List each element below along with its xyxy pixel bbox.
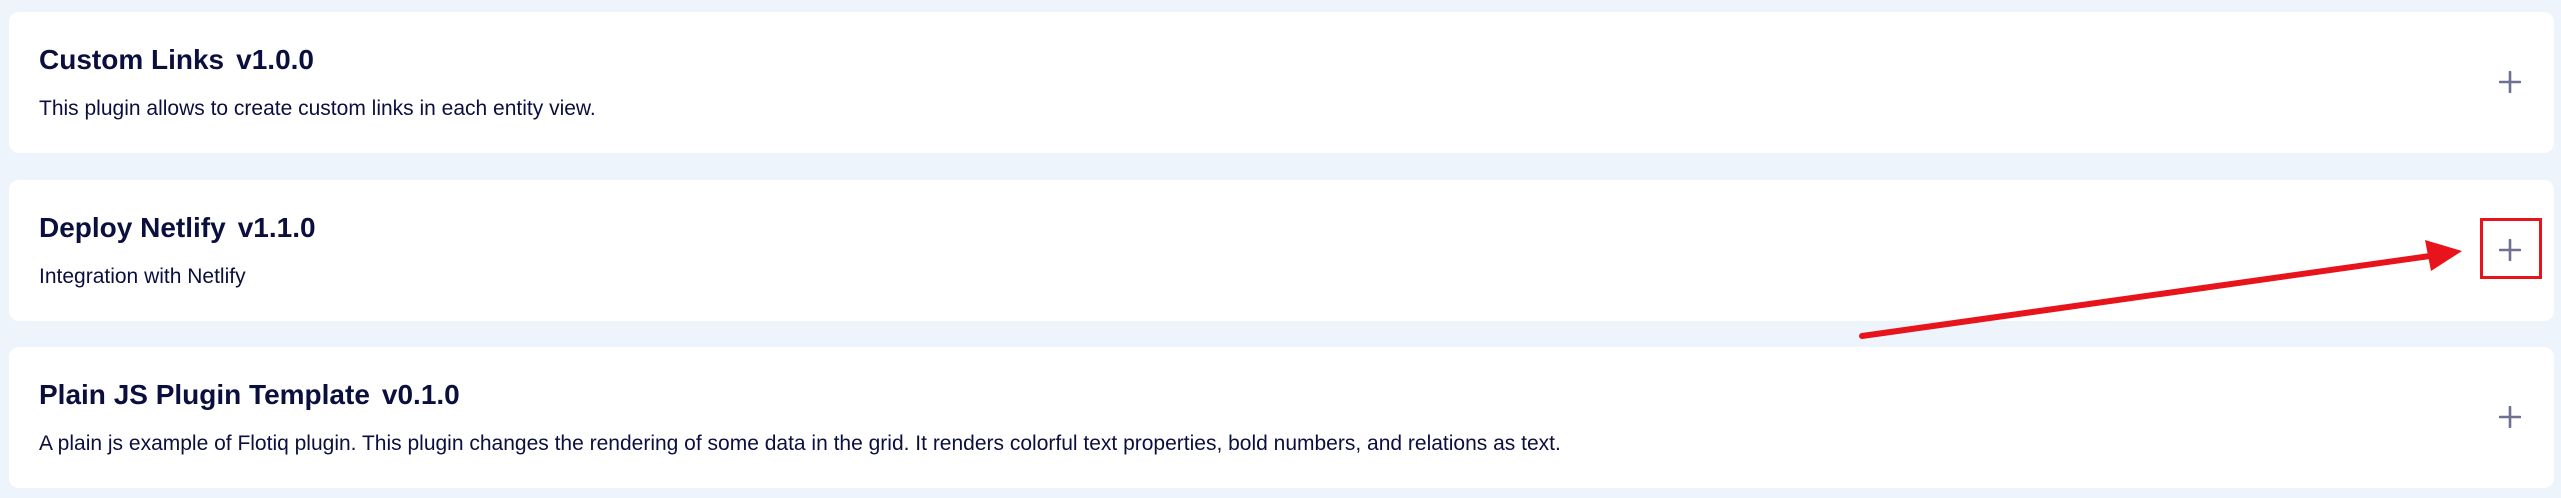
plugin-description: This plugin allows to create custom link…	[39, 97, 596, 120]
plugin-version: v1.1.0	[237, 212, 316, 243]
plus-icon	[2499, 71, 2521, 93]
plus-icon	[2499, 239, 2521, 261]
plugin-title: Deploy Netlify v1.1.0	[39, 211, 316, 245]
plugin-name: Custom Links	[39, 44, 225, 75]
plugin-description: Integration with Netlify	[39, 265, 246, 288]
plugin-name: Plain JS Plugin Template	[39, 379, 370, 410]
plugin-version: v0.1.0	[381, 379, 460, 410]
expand-plugin-button[interactable]	[2480, 52, 2540, 112]
plugin-title: Custom Links v1.0.0	[39, 43, 314, 77]
plugin-title: Plain JS Plugin Template v0.1.0	[39, 378, 460, 412]
plugin-card-custom-links: Custom Links v1.0.0 This plugin allows to…	[9, 12, 2554, 153]
plugin-name: Deploy Netlify	[39, 212, 226, 243]
plugin-card-plain-js-template: Plain JS Plugin Template v0.1.0 A plain j…	[9, 347, 2554, 488]
plugin-version: v1.0.0	[236, 44, 314, 75]
plus-icon	[2499, 406, 2521, 428]
expand-plugin-button[interactable]	[2480, 220, 2540, 280]
plugin-card-deploy-netlify: Deploy Netlify v1.1.0 Integration with Ne…	[9, 180, 2554, 321]
expand-plugin-button[interactable]	[2480, 387, 2540, 447]
plugin-description: A plain js example of Flotiq plugin. Thi…	[39, 432, 1561, 455]
